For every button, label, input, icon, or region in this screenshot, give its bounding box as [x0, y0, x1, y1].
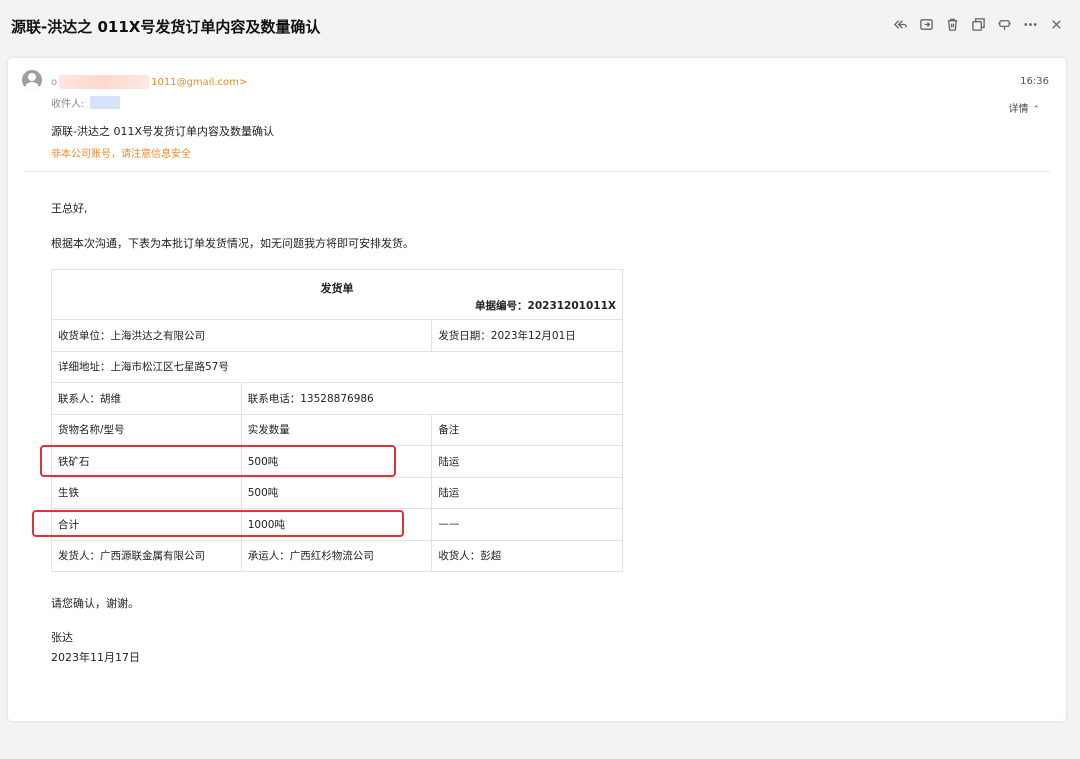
closing-text: 请您确认，谢谢。 — [51, 597, 139, 610]
close-icon[interactable] — [1048, 15, 1064, 33]
chevron-up-icon: ⌃ — [1032, 105, 1040, 115]
sender-name: o — [51, 76, 58, 88]
new-window-icon[interactable] — [970, 15, 986, 33]
reply-all-icon[interactable] — [892, 15, 908, 33]
top-bar: 源联-洪达之 011X号发货订单内容及数量确认 — [0, 0, 1080, 52]
quantity-cell: 500吨 — [240, 476, 433, 509]
recipient-label: 收件人: — [51, 99, 85, 110]
greeting: 王总好, — [51, 202, 88, 215]
email-time: 16:36 — [1020, 76, 1049, 87]
details-label: 详情 — [1008, 104, 1029, 115]
header-goods: 货物名称/型号 — [51, 413, 242, 446]
toolbar — [892, 15, 1064, 33]
table-row: 合计 1000吨 —— — [51, 508, 623, 541]
recipient: 收件人: — [51, 95, 121, 110]
security-warning: 非本公司账号，请注意信息安全 — [51, 149, 191, 160]
table-row: 详细地址：上海市松江区七星路57号 — [51, 350, 623, 383]
table-header: 发货单 单据编号：20231201011X — [51, 269, 623, 320]
pin-icon[interactable] — [996, 15, 1012, 33]
remark-cell: 陆运 — [431, 445, 623, 478]
table-row: 发货人：广西源联金属有限公司 承运人：广西红杉物流公司 收货人：彭超 — [51, 539, 623, 572]
receiver-cell: 收货人：彭超 — [431, 539, 623, 572]
intro-text: 根据本次沟通，下表为本批订单发货情况，如无问题我方将即可安排发货。 — [51, 237, 414, 250]
address-cell: 详细地址：上海市松江区七星路57号 — [51, 350, 623, 383]
invoice-number: 单据编号：20231201011X — [475, 300, 616, 312]
move-folder-icon[interactable] — [918, 15, 934, 33]
phone-cell: 联系电话：13528876986 — [240, 382, 624, 415]
shipper-cell: 发货人：广西源联金属有限公司 — [51, 539, 242, 572]
signature-date: 2023年11月17日 — [51, 651, 140, 664]
contact-cell: 联系人：胡维 — [51, 382, 242, 415]
window-title: 源联-洪达之 011X号发货订单内容及数量确认 — [11, 18, 321, 36]
remark-cell: —— — [431, 508, 623, 541]
sender-email: 1011@gmail.com> — [151, 76, 248, 88]
carrier-cell: 承运人：广西红杉物流公司 — [240, 539, 433, 572]
table-row: 收货单位：上海洪达之有限公司 发货日期：2023年12月01日 — [50, 319, 623, 352]
sender-redaction — [59, 75, 150, 89]
quantity-cell: 1000吨 — [240, 508, 433, 541]
goods-cell: 铁矿石 — [51, 445, 242, 478]
avatar — [22, 70, 42, 90]
email-subject: 源联-洪达之 011X号发货订单内容及数量确认 — [51, 125, 274, 138]
more-icon[interactable] — [1022, 15, 1038, 33]
goods-cell: 生铁 — [51, 476, 242, 509]
consignee-cell: 收货单位：上海洪达之有限公司 — [50, 319, 433, 352]
remark-cell: 陆运 — [431, 476, 623, 509]
delete-icon[interactable] — [944, 15, 960, 33]
recipient-redaction[interactable] — [90, 96, 121, 109]
header-quantity: 实发数量 — [240, 413, 433, 446]
ship-date-cell: 发货日期：2023年12月01日 — [431, 319, 623, 352]
quantity-cell: 500吨 — [240, 445, 433, 478]
signature-name: 张达 — [51, 631, 73, 644]
sender[interactable]: o 1011@gmail.com> — [51, 75, 247, 89]
divider — [25, 171, 1050, 172]
table-header-row: 货物名称/型号 实发数量 备注 — [51, 413, 623, 446]
table-row: 联系人：胡维 联系电话：13528876986 — [51, 382, 624, 415]
invoice-title: 发货单 — [320, 282, 354, 295]
details-toggle[interactable]: 详情 ⌃ — [1008, 100, 1040, 115]
table-row: 生铁 500吨 陆运 — [51, 476, 623, 509]
table-row: 铁矿石 500吨 陆运 — [51, 445, 623, 478]
email-card: o 1011@gmail.com> 16:36 收件人: 详情 ⌃ 源联-洪达之 … — [8, 58, 1066, 721]
header-remark: 备注 — [431, 413, 623, 446]
shipping-table: 发货单 单据编号：20231201011X 收货单位：上海洪达之有限公司 发货日… — [50, 269, 624, 572]
goods-cell: 合计 — [51, 508, 242, 541]
